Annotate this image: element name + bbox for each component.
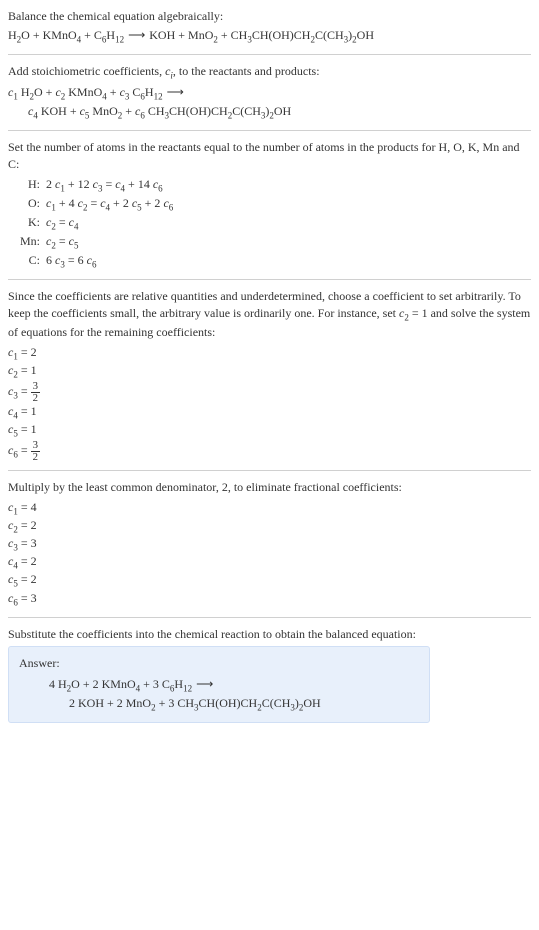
- stoich-line1: c1 H2O + c2 KMnO4 + c3 C6H12⟶: [8, 84, 531, 103]
- integer-coeffs: c1 = 4 c2 = 2 c3 = 3 c4 = 2 c5 = 2 c6 = …: [8, 500, 531, 608]
- atom-eq: c2 = c5: [46, 233, 78, 252]
- multiply-title: Multiply by the least common denominator…: [8, 479, 531, 496]
- atom-row-mn: Mn: c2 = c5: [8, 233, 531, 252]
- stoich-equation: c1 H2O + c2 KMnO4 + c3 C6H12⟶ c4 KOH + c…: [8, 84, 531, 122]
- balanced-equation: 4 H2O + 2 KMnO4 + 3 C6H12⟶ 2 KOH + 2 MnO…: [49, 676, 419, 714]
- coeff-c1: c1 = 4: [8, 500, 531, 518]
- divider: [8, 279, 531, 280]
- coeff-c4: c4 = 2: [8, 554, 531, 572]
- coeff-c2: c2 = 1: [8, 363, 531, 381]
- atom-eq: 2 c1 + 12 c3 = c4 + 14 c6: [46, 176, 163, 195]
- atom-label: O:: [8, 195, 46, 212]
- atom-label: C:: [8, 252, 46, 269]
- section-atoms: Set the number of atoms in the reactants…: [8, 139, 531, 272]
- coeff-c6: c6 = 32: [8, 440, 531, 463]
- coeff-c6: c6 = 3: [8, 591, 531, 609]
- balanced-line2: 2 KOH + 2 MnO2 + 3 CH3CH(OH)CH2C(CH3)2OH: [69, 695, 419, 714]
- atom-eq: 6 c3 = 6 c6: [46, 252, 96, 271]
- section-stoich: Add stoichiometric coefficients, ci, to …: [8, 63, 531, 122]
- coeff-c4: c4 = 1: [8, 404, 531, 422]
- stoich-title: Add stoichiometric coefficients, ci, to …: [8, 63, 531, 82]
- atom-label: H:: [8, 176, 46, 193]
- section-multiply: Multiply by the least common denominator…: [8, 479, 531, 608]
- solve-title: Since the coefficients are relative quan…: [8, 288, 531, 341]
- balance-title: Balance the chemical equation algebraica…: [8, 8, 531, 25]
- stoich-line2: c4 KOH + c5 MnO2 + c6 CH3CH(OH)CH2C(CH3)…: [28, 103, 531, 122]
- coeff-c3: c3 = 32: [8, 381, 531, 404]
- divider: [8, 470, 531, 471]
- atom-eq: c1 + 4 c2 = c4 + 2 c5 + 2 c6: [46, 195, 173, 214]
- section-balance-title: Balance the chemical equation algebraica…: [8, 8, 531, 46]
- divider: [8, 130, 531, 131]
- stoich-title-b: , to the reactants and products:: [173, 64, 320, 78]
- coeff-c5: c5 = 2: [8, 572, 531, 590]
- answer-label: Answer:: [19, 655, 419, 672]
- fractional-coeffs: c1 = 2 c2 = 1 c3 = 32 c4 = 1 c5 = 1 c6 =…: [8, 345, 531, 463]
- section-solve: Since the coefficients are relative quan…: [8, 288, 531, 462]
- atom-row-k: K: c2 = c4: [8, 214, 531, 233]
- atom-eq: c2 = c4: [46, 214, 78, 233]
- atom-row-c: C: 6 c3 = 6 c6: [8, 252, 531, 271]
- answer-box: Answer: 4 H2O + 2 KMnO4 + 3 C6H12⟶ 2 KOH…: [8, 646, 430, 723]
- coeff-c2: c2 = 2: [8, 518, 531, 536]
- substitute-title: Substitute the coefficients into the che…: [8, 626, 531, 643]
- ci-symbol: ci: [165, 64, 173, 78]
- atoms-title: Set the number of atoms in the reactants…: [8, 139, 531, 173]
- coeff-c1: c1 = 2: [8, 345, 531, 363]
- divider: [8, 617, 531, 618]
- atom-label: Mn:: [8, 233, 46, 250]
- divider: [8, 54, 531, 55]
- atom-label: K:: [8, 214, 46, 231]
- atom-row-h: H: 2 c1 + 12 c3 = c4 + 14 c6: [8, 176, 531, 195]
- coeff-c3: c3 = 3: [8, 536, 531, 554]
- coeff-c5: c5 = 1: [8, 422, 531, 440]
- atom-row-o: O: c1 + 4 c2 = c4 + 2 c5 + 2 c6: [8, 195, 531, 214]
- stoich-title-a: Add stoichiometric coefficients,: [8, 64, 165, 78]
- balanced-line1: 4 H2O + 2 KMnO4 + 3 C6H12⟶: [49, 676, 419, 695]
- atom-equations: H: 2 c1 + 12 c3 = c4 + 14 c6 O: c1 + 4 c…: [8, 176, 531, 271]
- section-substitute: Substitute the coefficients into the che…: [8, 626, 531, 724]
- unbalanced-equation: H2O + KMnO4 + C6H12⟶KOH + MnO2 + CH3CH(O…: [8, 27, 531, 46]
